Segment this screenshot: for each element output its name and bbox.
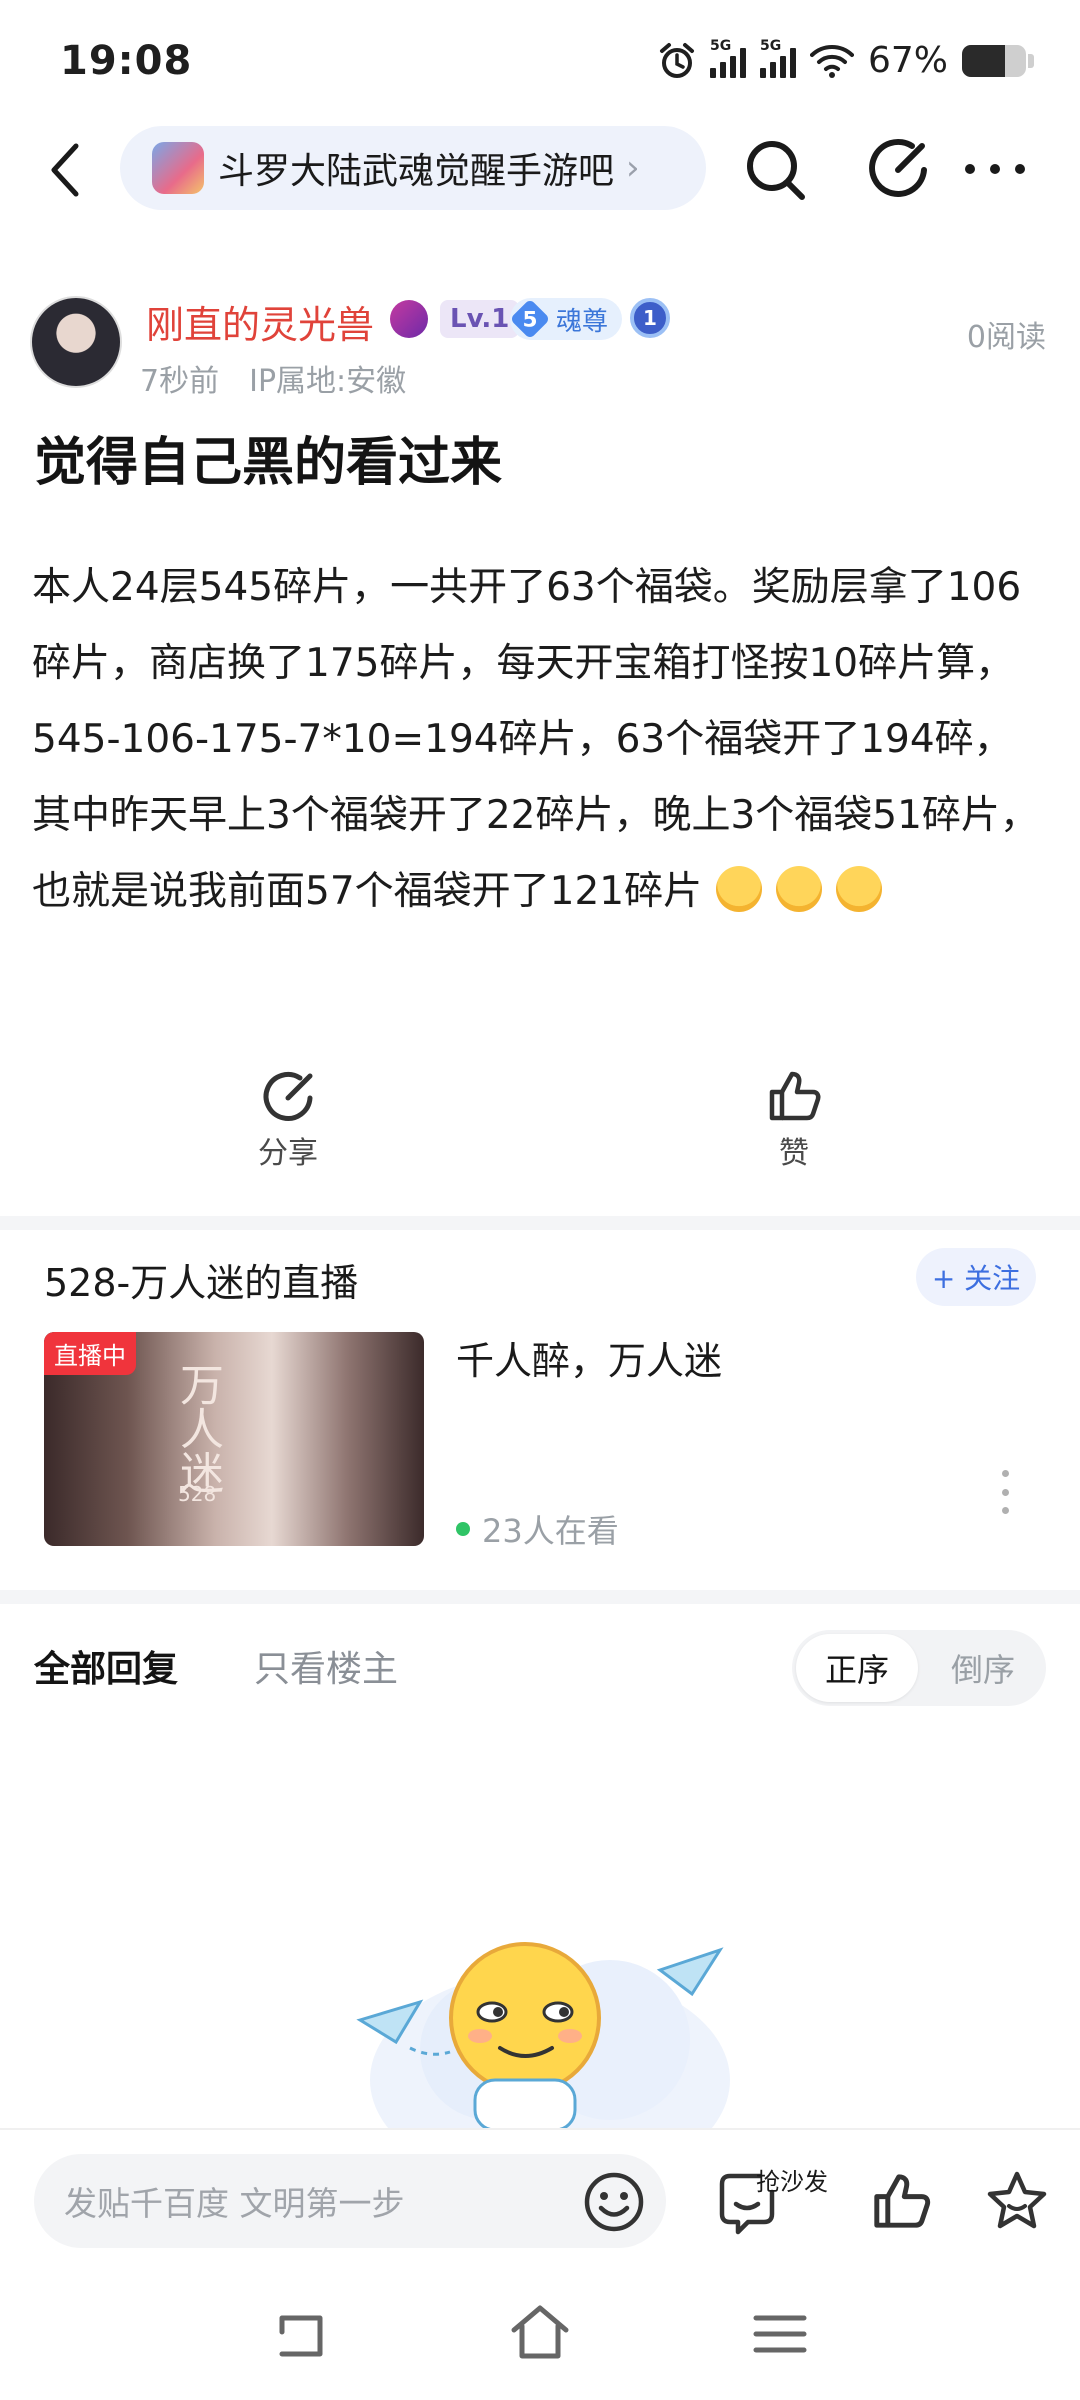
like-label: 赞 bbox=[779, 1136, 809, 1171]
share-icon bbox=[263, 1072, 313, 1121]
back-arrow-icon bbox=[51, 143, 79, 197]
status-icons: 5G 5G 67% bbox=[658, 38, 1034, 81]
medal-badge-icon: 1 bbox=[630, 298, 670, 338]
post-body: 本人24层545碎片，一共开了63个福袋。奖励层拿了106碎片，商店换了175碎… bbox=[32, 550, 1042, 930]
post-time: 7秒前 bbox=[140, 364, 220, 399]
favorite-button[interactable] bbox=[984, 2168, 1050, 2234]
more-icon bbox=[965, 164, 1025, 174]
sort-ascending-button[interactable]: 正序 bbox=[796, 1634, 918, 1702]
live-more-button[interactable] bbox=[990, 1470, 1020, 1514]
chevron-right-icon: › bbox=[626, 148, 640, 188]
live-viewers: 23人在看 bbox=[456, 1506, 619, 1552]
section-divider bbox=[0, 1216, 1080, 1230]
alarm-icon bbox=[659, 42, 694, 78]
post-title: 觉得自己黑的看过来 bbox=[34, 433, 503, 493]
crown-badge-icon bbox=[390, 300, 428, 338]
battery-cap bbox=[1028, 53, 1034, 68]
sort-descending-button[interactable]: 倒序 bbox=[924, 1634, 1042, 1702]
star-icon bbox=[987, 2171, 1047, 2229]
system-back-icon bbox=[279, 2315, 323, 2357]
live-dot-icon bbox=[456, 1522, 470, 1536]
rank-title: 魂尊 bbox=[556, 306, 609, 337]
thumbnail-caption: 万人迷 bbox=[172, 1362, 223, 1494]
home-icon bbox=[511, 2305, 569, 2359]
author-name[interactable]: 刚直的灵光兽 bbox=[146, 294, 374, 349]
live-streamer-title[interactable]: 528-万人迷的直播 bbox=[44, 1252, 358, 1307]
system-back-button[interactable] bbox=[268, 2306, 332, 2362]
sofa-label: 抢沙发 bbox=[756, 2168, 828, 2196]
status-time: 19:08 bbox=[60, 38, 193, 84]
emoji-button[interactable] bbox=[582, 2170, 646, 2234]
search-icon bbox=[747, 141, 805, 200]
thumbs-up-icon bbox=[769, 1071, 821, 1121]
section-divider bbox=[0, 1590, 1080, 1604]
bottom-like-button[interactable] bbox=[868, 2168, 934, 2234]
search-button[interactable] bbox=[740, 130, 812, 208]
more-button[interactable] bbox=[956, 130, 1034, 208]
forum-name: 斗罗大陆武魂觉醒手游吧 bbox=[218, 151, 615, 192]
wifi-icon bbox=[809, 44, 854, 78]
comment-input[interactable]: 发贴千百度 文明第一步 bbox=[34, 2154, 666, 2248]
thumbnail-sub: 528 bbox=[178, 1482, 217, 1506]
ip-location: IP属地:安徽 bbox=[249, 364, 407, 399]
edit-button[interactable] bbox=[862, 130, 934, 208]
viewer-count: 23人在看 bbox=[482, 1512, 619, 1550]
read-count: 0阅读 bbox=[966, 320, 1046, 355]
author-avatar[interactable] bbox=[30, 296, 122, 388]
level-badge: Lv.1 bbox=[440, 300, 520, 338]
edit-icon bbox=[869, 139, 927, 197]
tab-owner-only[interactable]: 只看楼主 bbox=[254, 1640, 398, 1692]
emoji-yum-icon bbox=[716, 866, 763, 912]
sort-toggle: 正序 倒序 bbox=[792, 1630, 1046, 1706]
live-headline[interactable]: 千人醉，万人迷 bbox=[456, 1330, 722, 1385]
live-thumbnail[interactable]: 直播中 万人迷 528 bbox=[44, 1332, 424, 1546]
system-home-button[interactable] bbox=[508, 2302, 572, 2362]
post-body-text: 本人24层545碎片，一共开了63个福袋。奖励层拿了106碎片，商店换了175碎… bbox=[32, 565, 1039, 914]
post-meta: 7秒前 IP属地:安徽 bbox=[140, 356, 406, 400]
signal-icon: 5G bbox=[709, 38, 746, 78]
signal-icon-2: 5G bbox=[759, 38, 796, 78]
back-button[interactable] bbox=[36, 130, 96, 210]
rank-badge: 5 魂尊 bbox=[509, 298, 623, 340]
system-menu-button[interactable] bbox=[748, 2310, 812, 2358]
emoji-icon bbox=[584, 2172, 644, 2232]
menu-icon bbox=[753, 2315, 807, 2353]
emoji-yum-icon bbox=[836, 866, 883, 912]
battery-icon bbox=[962, 44, 1026, 77]
forum-avatar bbox=[152, 142, 204, 194]
like-button[interactable]: 赞 bbox=[724, 1066, 864, 1172]
empty-state-illustration bbox=[356, 1942, 730, 2130]
thumbs-up-icon bbox=[874, 2174, 931, 2228]
share-label: 分享 bbox=[258, 1136, 318, 1171]
forum-link[interactable]: 斗罗大陆武魂觉醒手游吧 › bbox=[120, 126, 706, 210]
follow-button[interactable]: + 关注 bbox=[916, 1248, 1036, 1306]
share-button[interactable]: 分享 bbox=[218, 1066, 358, 1172]
battery-percent: 67% bbox=[867, 40, 948, 81]
emoji-yum-icon bbox=[776, 866, 823, 912]
tab-all-replies[interactable]: 全部回复 bbox=[34, 1640, 178, 1692]
rank-number: 5 bbox=[522, 306, 538, 332]
live-badge: 直播中 bbox=[44, 1332, 136, 1375]
